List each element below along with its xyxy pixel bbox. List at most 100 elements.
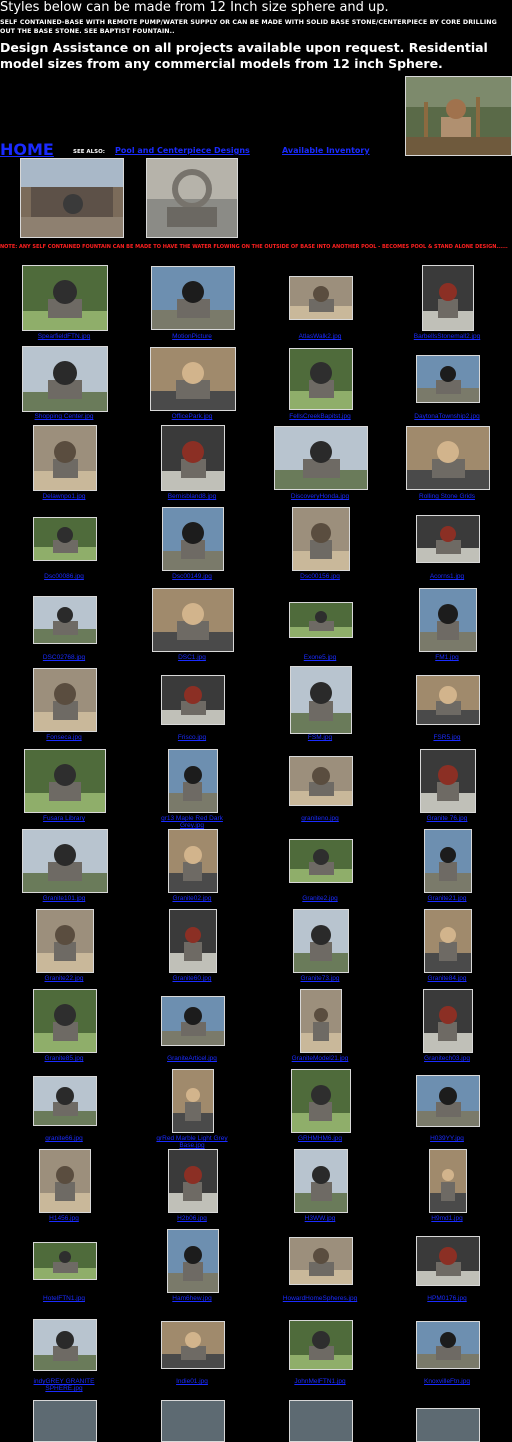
gallery-thumbnail[interactable] (33, 596, 97, 644)
gallery-thumbnail[interactable] (150, 347, 236, 411)
gallery-thumbnail[interactable] (289, 348, 353, 410)
gallery-thumbnail[interactable] (422, 265, 474, 331)
gallery-thumbnail[interactable] (33, 989, 97, 1053)
gallery-caption-link[interactable]: Fusara Library (4, 815, 124, 822)
gallery-caption-link[interactable]: GRHMHM6.jpg (260, 1135, 380, 1142)
gallery-thumbnail[interactable] (161, 425, 225, 491)
gallery-thumbnail[interactable] (33, 425, 97, 491)
gallery-thumbnail[interactable] (429, 1149, 467, 1213)
gallery-thumbnail[interactable] (416, 1321, 480, 1369)
gallery-caption-link[interactable]: MotionPicture (132, 333, 252, 340)
gallery-thumbnail[interactable] (274, 426, 368, 490)
gallery-thumbnail[interactable] (167, 1229, 219, 1293)
gallery-caption-link[interactable]: Granite2.jpg (260, 895, 380, 902)
gallery-caption-link[interactable]: SpearfieldFTN.jpg (4, 333, 124, 340)
gallery-caption-link[interactable]: Granite73.jpg (260, 975, 380, 982)
gallery-thumbnail[interactable] (294, 1149, 348, 1213)
gallery-thumbnail[interactable] (151, 266, 235, 330)
gallery-thumbnail[interactable] (33, 668, 97, 732)
gallery-caption-link[interactable]: Shopping Center.jpg (4, 413, 124, 420)
gallery-thumbnail[interactable] (33, 1076, 97, 1126)
gallery-caption-link[interactable]: DaytonaTownship2.jpg (387, 413, 507, 420)
gallery-caption-link[interactable]: H1456.jpg (4, 1215, 124, 1222)
gallery-caption-link[interactable]: Indie01.jpg (132, 1378, 252, 1385)
gallery-thumbnail[interactable] (300, 989, 342, 1053)
gallery-thumbnail[interactable] (289, 839, 353, 883)
gallery-caption-link[interactable]: Granite101.jpg (4, 895, 124, 902)
featured-photo-2[interactable] (146, 158, 238, 238)
gallery-caption-link[interactable]: HowardHomeSpheres.jpg (260, 1295, 380, 1302)
gallery-caption-link[interactable]: HotelFTN1.jpg (4, 1295, 124, 1302)
gallery-caption-link[interactable]: gr13 Maple Red Dark Grey.jpg (152, 815, 232, 829)
gallery-thumbnail[interactable] (289, 1237, 353, 1285)
gallery-thumbnail[interactable] (22, 346, 108, 412)
gallery-caption-link[interactable]: H2b06.jpg (132, 1215, 252, 1222)
gallery-caption-link[interactable]: FSM.jpg (260, 734, 380, 741)
gallery-thumbnail[interactable] (22, 265, 108, 331)
gallery-caption-link[interactable]: H039YY.jpg (387, 1135, 507, 1142)
gallery-caption-link[interactable]: Dsc00149.jpg (132, 573, 252, 580)
gallery-caption-link[interactable]: graniteno.jpg (260, 815, 380, 822)
gallery-thumbnail[interactable] (33, 517, 97, 561)
gallery-thumbnail[interactable] (416, 355, 480, 403)
gallery-caption-link[interactable]: Dsc00156.jpg (260, 573, 380, 580)
gallery-thumbnail[interactable] (39, 1149, 91, 1213)
gallery-caption-link[interactable]: granite66.jpg (4, 1135, 124, 1142)
gallery-thumbnail[interactable] (289, 276, 353, 320)
gallery-thumbnail[interactable] (161, 996, 225, 1046)
gallery-caption-link[interactable]: Granite 76.jpg (387, 815, 507, 822)
gallery-thumbnail[interactable] (416, 1408, 480, 1442)
gallery-caption-link[interactable]: Rolling Stone Grids (387, 493, 507, 500)
gallery-caption-link[interactable]: H9md1.jpg (387, 1215, 507, 1222)
gallery-thumbnail[interactable] (289, 602, 353, 638)
gallery-thumbnail[interactable] (291, 1069, 351, 1133)
gallery-thumbnail[interactable] (168, 829, 218, 893)
gallery-caption-link[interactable]: FSR5.jpg (387, 734, 507, 741)
gallery-caption-link[interactable]: indyGREY GRANITE SPHERE.jpg (24, 1378, 104, 1392)
gallery-caption-link[interactable]: Granite85.jpg (4, 1055, 124, 1062)
gallery-caption-link[interactable]: Granite60.jpg (132, 975, 252, 982)
gallery-thumbnail[interactable] (24, 749, 106, 813)
gallery-caption-link[interactable]: Exone5.jpg (260, 654, 380, 661)
gallery-thumbnail[interactable] (169, 909, 217, 973)
gallery-caption-link[interactable]: BarbellsStonemall2.jpg (387, 333, 507, 340)
gallery-thumbnail[interactable] (289, 1320, 353, 1370)
gallery-caption-link[interactable]: OfficePark.jpg (132, 413, 252, 420)
gallery-caption-link[interactable]: Acorns1.jpg (387, 573, 507, 580)
gallery-caption-link[interactable]: DSC02768.jpg (4, 654, 124, 661)
featured-photo-1[interactable] (20, 158, 124, 238)
gallery-caption-link[interactable]: Delawnpo1.jpg (4, 493, 124, 500)
gallery-thumbnail[interactable] (168, 749, 218, 813)
gallery-caption-link[interactable]: GraniteModel21.jpg (260, 1055, 380, 1062)
gallery-thumbnail[interactable] (293, 909, 349, 973)
home-link[interactable]: HOME (0, 140, 54, 159)
gallery-caption-link[interactable]: Granitech03.jpg (387, 1055, 507, 1062)
gallery-thumbnail[interactable] (36, 909, 94, 973)
gallery-thumbnail[interactable] (33, 1242, 97, 1280)
gallery-thumbnail[interactable] (292, 507, 350, 571)
gallery-thumbnail[interactable] (423, 989, 473, 1053)
gallery-thumbnail[interactable] (172, 1069, 214, 1133)
gallery-caption-link[interactable]: Bernisbland8.jpg (132, 493, 252, 500)
gallery-caption-link[interactable]: HPM0176.jpg (387, 1295, 507, 1302)
gallery-thumbnail[interactable] (424, 909, 472, 973)
gallery-thumbnail[interactable] (419, 588, 477, 652)
pool-centerpiece-link[interactable]: Pool and Centerpiece Designs (115, 146, 250, 155)
gallery-caption-link[interactable]: H3WW.jpg (260, 1215, 380, 1222)
gallery-caption-link[interactable]: FM1.jpg (387, 654, 507, 661)
gallery-thumbnail[interactable] (22, 829, 108, 893)
gallery-caption-link[interactable]: Fonseca.jpg (4, 734, 124, 741)
gallery-thumbnail[interactable] (290, 666, 352, 734)
gallery-thumbnail[interactable] (161, 675, 225, 725)
gallery-thumbnail[interactable] (406, 426, 490, 490)
gallery-thumbnail[interactable] (168, 1149, 218, 1213)
gallery-caption-link[interactable]: Granite02.jpg (132, 895, 252, 902)
gallery-caption-link[interactable]: Granite84.jpg (387, 975, 507, 982)
available-inventory-link[interactable]: Available Inventory (282, 146, 370, 155)
gallery-thumbnail[interactable] (416, 1075, 480, 1127)
gallery-caption-link[interactable]: Frisco.jpg (132, 734, 252, 741)
gallery-thumbnail[interactable] (152, 588, 234, 652)
gallery-caption-link[interactable]: DiscoveryHonda.jpg (260, 493, 380, 500)
gallery-thumbnail[interactable] (161, 1400, 225, 1442)
gallery-caption-link[interactable]: FellsCreekBapitst.jpg (260, 413, 380, 420)
